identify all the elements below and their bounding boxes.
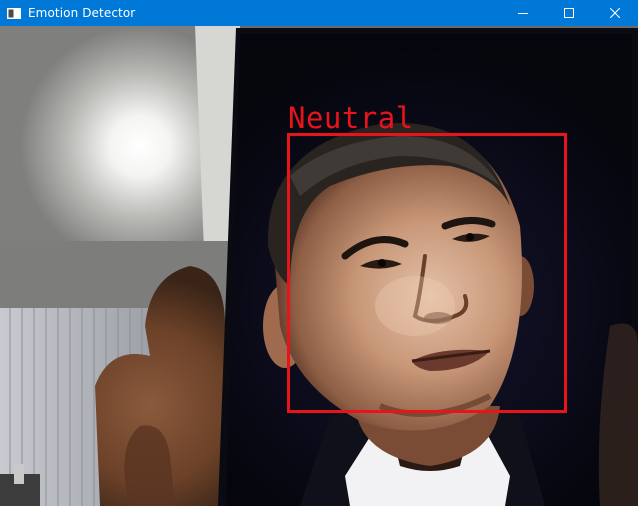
title-bar[interactable]: Emotion Detector [0, 0, 638, 26]
window-controls [500, 0, 638, 26]
close-icon [610, 8, 620, 18]
emotion-detector-window: Emotion Detector Neutral [0, 0, 638, 506]
camera-frame: Neutral [0, 26, 638, 506]
close-button[interactable] [592, 0, 638, 26]
minimize-icon [518, 13, 528, 14]
maximize-icon [564, 8, 574, 18]
minimize-button[interactable] [500, 0, 546, 26]
emotion-label: Neutral [288, 101, 414, 135]
face-bounding-box [287, 133, 567, 413]
app-window-icon [7, 7, 21, 19]
window-title: Emotion Detector [28, 6, 136, 20]
maximize-button[interactable] [546, 0, 592, 26]
